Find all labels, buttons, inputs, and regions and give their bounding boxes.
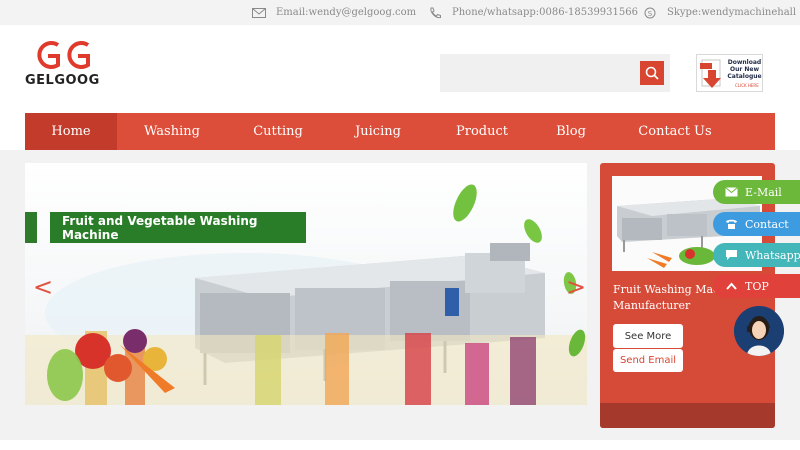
search-input[interactable] <box>440 54 638 92</box>
nav-item-product[interactable]: Product <box>427 113 537 150</box>
back-to-top-button[interactable]: TOP <box>713 274 800 298</box>
chat-bubble-icon <box>726 250 737 260</box>
banner-title-accent <box>25 212 37 243</box>
nav-item-cutting[interactable]: Cutting <box>227 113 329 150</box>
banner-title-text: Fruit and Vegetable Washing Machine <box>50 212 306 243</box>
catalogue-text: Download Our New Catalogue <box>727 59 762 80</box>
envelope-icon <box>252 7 266 18</box>
catalogue-line-2: Our New <box>729 66 760 73</box>
catalogue-click-text: CLICK HERE <box>735 83 759 88</box>
top-phone-text: Phone/whatsapp:0086-18539931566 <box>452 7 638 18</box>
nav-item-blog[interactable]: Blog <box>537 113 605 150</box>
send-email-button[interactable]: Send Email <box>613 349 683 372</box>
support-agent-icon <box>734 306 784 356</box>
hero-banner[interactable]: Fruit and Vegetable Washing Machine < > <box>25 163 587 405</box>
panel-footer-strip <box>600 403 775 428</box>
top-contact-bar: Email:wendy@gelgoog.com Phone/whatsapp:0… <box>0 0 800 25</box>
chevron-up-icon <box>726 282 737 290</box>
envelope-icon <box>725 187 738 197</box>
banner-title: Fruit and Vegetable Washing Machine <box>25 212 306 243</box>
catalogue-line-3: Catalogue <box>727 73 762 80</box>
download-catalogue-banner[interactable]: Download Our New Catalogue CLICK HERE <box>696 54 763 92</box>
live-chat-agent-avatar[interactable] <box>734 306 784 356</box>
top-skype-text: Skype:wendymachinehall <box>667 7 797 18</box>
float-contact-label: Contact <box>745 217 789 231</box>
float-whatsapp-label: Whatsapp <box>745 248 800 262</box>
banner-prev-button[interactable]: < <box>33 275 53 299</box>
catalogue-line-1: Download <box>727 59 762 66</box>
main-nav: Home Washing Cutting Juicing Product Blo… <box>25 113 775 150</box>
float-contact-button[interactable]: Contact <box>713 212 800 236</box>
skype-icon: S <box>644 7 656 18</box>
nav-item-juicing[interactable]: Juicing <box>329 113 427 150</box>
search-button[interactable] <box>640 61 664 85</box>
download-arrow-icon <box>700 59 721 88</box>
banner-next-button[interactable]: > <box>566 275 586 299</box>
telephone-icon <box>726 219 737 229</box>
washing-machine-illustration <box>25 184 587 405</box>
float-whatsapp-button[interactable]: Whatsapp <box>713 243 800 267</box>
nav-item-home[interactable]: Home <box>25 113 117 150</box>
top-email[interactable]: Email:wendy@gelgoog.com <box>252 5 416 20</box>
logo-mark-icon <box>37 41 90 69</box>
logo-text: GELGOOG <box>25 73 100 88</box>
search-icon <box>645 66 659 80</box>
see-more-button[interactable]: See More <box>613 324 683 348</box>
nav-item-washing[interactable]: Washing <box>117 113 227 150</box>
search-box <box>440 54 670 92</box>
top-phone[interactable]: Phone/whatsapp:0086-18539931566 <box>428 5 638 20</box>
float-email-label: E-Mail <box>745 185 782 199</box>
back-to-top-label: TOP <box>745 279 769 293</box>
svg-text:S: S <box>648 10 653 18</box>
nav-item-contact-us[interactable]: Contact Us <box>605 113 745 150</box>
phone-icon <box>430 7 441 18</box>
top-email-text: Email:wendy@gelgoog.com <box>276 7 417 18</box>
site-logo[interactable]: GELGOOG <box>25 38 105 92</box>
float-email-button[interactable]: E-Mail <box>713 180 800 204</box>
top-skype[interactable]: S Skype:wendymachinehall <box>643 5 796 20</box>
